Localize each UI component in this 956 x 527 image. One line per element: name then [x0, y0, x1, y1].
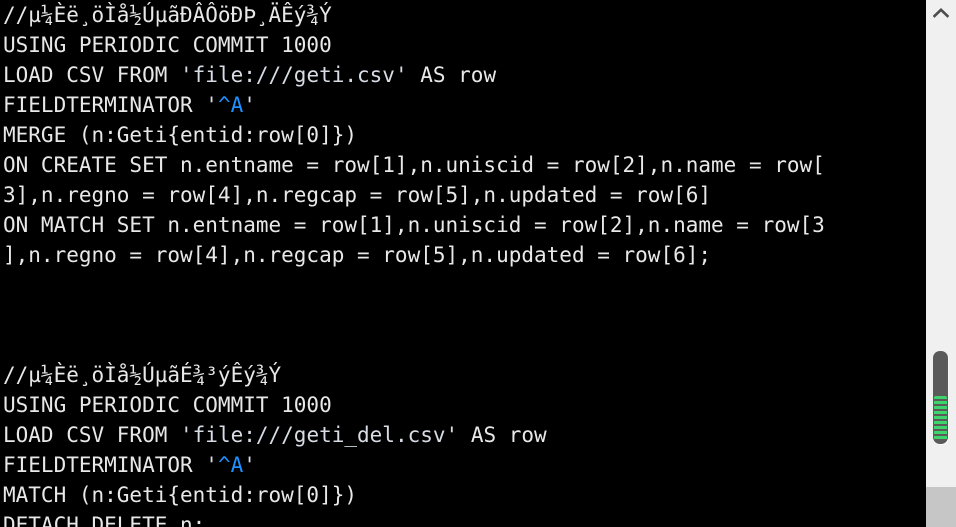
scrollbar-track[interactable] [926, 26, 956, 475]
code-token-plain: AS row [458, 423, 547, 447]
code-line[interactable]: FIELDTERMINATOR '^A' [0, 450, 925, 480]
code-line[interactable] [0, 270, 925, 300]
code-token-quote: ' [243, 453, 256, 477]
code-token-plain: ON CREATE SET n.entname = row[1],n.unisc… [3, 153, 825, 177]
code-token-plain: MERGE (n:Geti{entid:row[0]}) [3, 123, 358, 147]
code-line[interactable]: MATCH (n:Geti{entid:row[0]}) [0, 480, 925, 510]
code-line[interactable]: //µ¼Èë¸öÌå½ÚµãÉ¾³ýÊý¾Ý [0, 360, 925, 390]
code-token-plain: FIELDTERMINATOR [3, 93, 206, 117]
code-line[interactable]: //µ¼Èë¸öÌå½ÚµãÐÂÔöÐÞ¸ÄÊý¾Ý [0, 0, 925, 30]
code-line[interactable]: USING PERIODIC COMMIT 1000 [0, 390, 925, 420]
code-line[interactable]: ON MATCH SET n.entname = row[1],n.unisci… [0, 210, 925, 240]
scroll-up-button[interactable] [926, 0, 956, 26]
code-token-ctrl: ^A [217, 93, 244, 117]
code-token-plain: MATCH (n:Geti{entid:row[0]}) [3, 483, 358, 507]
code-token-plain: //µ¼Èë¸öÌå½ÚµãÉ¾³ýÊý¾Ý [3, 363, 282, 387]
code-token-quote: ' [205, 93, 218, 117]
code-token-plain: LOAD CSV FROM [3, 63, 181, 87]
code-token-plain: USING PERIODIC COMMIT 1000 [3, 393, 332, 417]
code-line[interactable]: 3],n.regno = row[4],n.regcap = row[5],n.… [0, 180, 925, 210]
code-line[interactable]: MERGE (n:Geti{entid:row[0]}) [0, 120, 925, 150]
code-line[interactable]: USING PERIODIC COMMIT 1000 [0, 30, 925, 60]
code-line[interactable]: FIELDTERMINATOR '^A' [0, 90, 925, 120]
scrollbar-thumb[interactable] [933, 351, 948, 444]
code-token-quote: ' [205, 453, 218, 477]
scrollbar-thumb-marks-icon [934, 396, 947, 440]
code-token-plain: 3],n.regno = row[4],n.regcap = row[5],n.… [3, 183, 712, 207]
code-token-plain: //µ¼Èë¸öÌå½ÚµãÐÂÔöÐÞ¸ÄÊý¾Ý [3, 3, 332, 27]
editor-window: //µ¼Èë¸öÌå½ÚµãÐÂÔöÐÞ¸ÄÊý¾Ý USING PERIODIC… [0, 0, 956, 527]
code-token-quote: 'file:///geti.csv' [180, 63, 408, 87]
code-line[interactable]: LOAD CSV FROM 'file:///geti.csv' AS row [0, 60, 925, 90]
code-line[interactable] [0, 300, 925, 330]
chevron-up-icon [933, 8, 949, 18]
code-editor-surface[interactable]: //µ¼Èë¸öÌå½ÚµãÐÂÔöÐÞ¸ÄÊý¾Ý USING PERIODIC… [0, 0, 925, 527]
code-token-quote: ' [243, 93, 256, 117]
code-line[interactable]: ],n.regno = row[4],n.regcap = row[5],n.u… [0, 240, 925, 270]
code-token-plain: USING PERIODIC COMMIT 1000 [3, 33, 332, 57]
vertical-scrollbar[interactable] [925, 0, 956, 527]
code-token-quote: 'file:///geti_del.csv' [180, 423, 459, 447]
code-token-plain: LOAD CSV FROM [3, 423, 181, 447]
code-token-plain: ],n.regno = row[4],n.regcap = row[5],n.u… [3, 243, 712, 267]
code-token-plain: AS row [407, 63, 497, 87]
code-token-plain: ON MATCH SET n.entname = row[1],n.unisci… [3, 213, 825, 237]
code-line[interactable] [0, 330, 925, 360]
code-token-plain: FIELDTERMINATOR [3, 453, 206, 477]
code-token-ctrl: ^A [217, 453, 244, 477]
code-line[interactable]: DETACH DELETE n; [0, 510, 925, 527]
code-token-plain: DETACH DELETE n; [3, 513, 206, 527]
code-line[interactable]: LOAD CSV FROM 'file:///geti_del.csv' AS … [0, 420, 925, 450]
code-line[interactable]: ON CREATE SET n.entname = row[1],n.unisc… [0, 150, 925, 180]
scrollbar-bottom-block [926, 487, 956, 527]
